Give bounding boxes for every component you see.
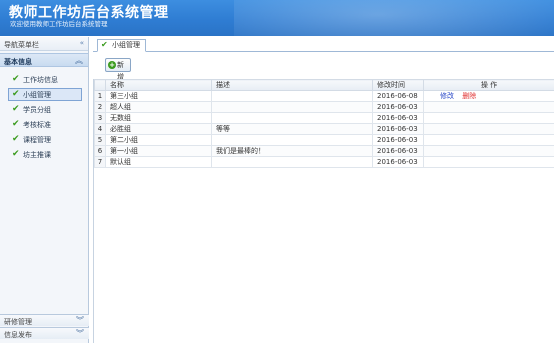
check-icon: ✔ xyxy=(12,104,20,114)
cell-description xyxy=(211,112,373,124)
tab-label: 小组管理 xyxy=(112,41,140,49)
delete-link[interactable]: 删除 xyxy=(462,92,476,100)
cell-modified: 2016-06-03 xyxy=(372,145,424,157)
section-basic-info[interactable]: 基本信息 ︽ xyxy=(0,53,88,67)
column-header-modified[interactable]: 修改时间 xyxy=(372,79,424,91)
row-index: 7 xyxy=(94,156,106,168)
cell-actions xyxy=(423,112,554,124)
sidebar-menu: ✔ 工作坊信息 ✔ 小组管理 ✔ 学员分组 ✔ 考核标准 ✔ 课程管理 ✔ 坊主… xyxy=(0,67,88,161)
group-table: 名称 描述 修改时间 操 作 1 第三小组 2016-06-08 修改 删除 2… xyxy=(94,79,554,168)
row-index: 2 xyxy=(94,101,106,113)
cell-name: 第一小组 xyxy=(105,145,212,157)
row-index: 4 xyxy=(94,123,106,135)
table-row[interactable]: 3 无数组 2016-06-03 xyxy=(94,112,554,124)
accordion-label: 研修管理 xyxy=(4,318,32,326)
section-title: 基本信息 xyxy=(4,58,32,66)
cell-actions xyxy=(423,156,554,168)
sidebar-item-label: 课程管理 xyxy=(23,136,51,144)
sidebar: 导航菜单栏 « 基本信息 ︽ ✔ 工作坊信息 ✔ 小组管理 ✔ 学员分组 ✔ 考… xyxy=(0,37,89,343)
sidebar-item-course-management[interactable]: ✔ 课程管理 xyxy=(8,133,82,146)
tab-group-management[interactable]: ✔ 小组管理 xyxy=(97,39,146,52)
cell-description xyxy=(211,101,373,113)
row-index: 3 xyxy=(94,112,106,124)
add-button-label: 新增 xyxy=(117,61,124,81)
table-row[interactable]: 1 第三小组 2016-06-08 修改 删除 xyxy=(94,90,554,102)
column-header-index xyxy=(94,79,106,91)
sidebar-item-label: 坊主推课 xyxy=(23,151,51,159)
sidebar-item-label: 学员分组 xyxy=(23,106,51,114)
chevron-down-icon: ︾ xyxy=(76,316,84,325)
column-header-actions: 操 作 xyxy=(423,79,554,91)
check-icon: ✔ xyxy=(12,89,20,99)
cell-name: 无数组 xyxy=(105,112,212,124)
table-header-row: 名称 描述 修改时间 操 作 xyxy=(94,79,554,91)
cell-modified: 2016-06-03 xyxy=(372,123,424,135)
accordion-info-publish[interactable]: 信息发布 ︾ xyxy=(0,327,89,339)
cell-description xyxy=(211,90,373,102)
app-subtitle: 欢迎使用教师工作坊后台系统管理 xyxy=(10,20,108,28)
cell-actions: 修改 删除 xyxy=(423,90,554,102)
check-icon: ✔ xyxy=(12,74,20,84)
cell-description xyxy=(211,134,373,146)
table-row[interactable]: 6 第一小组 我们是最棒的！ 2016-06-03 xyxy=(94,145,554,157)
row-index: 5 xyxy=(94,134,106,146)
cell-name: 第三小组 xyxy=(105,90,212,102)
sidebar-item-label: 考核标准 xyxy=(23,121,51,129)
cell-modified: 2016-06-03 xyxy=(372,156,424,168)
sidebar-header: 导航菜单栏 « xyxy=(0,37,88,51)
chevron-up-icon[interactable]: ︽ xyxy=(75,55,83,66)
cell-name: 必胜组 xyxy=(105,123,212,135)
check-icon: ✔ xyxy=(12,134,20,144)
table-row[interactable]: 2 超人组 2016-06-03 xyxy=(94,101,554,113)
row-index: 6 xyxy=(94,145,106,157)
column-header-description[interactable]: 描述 xyxy=(211,79,373,91)
cell-description xyxy=(211,156,373,168)
cell-actions xyxy=(423,145,554,157)
edit-link[interactable]: 修改 xyxy=(440,92,454,100)
row-index: 1 xyxy=(94,90,106,102)
check-icon: ✔ xyxy=(12,119,20,129)
tab-bar: ✔ 小组管理 xyxy=(93,38,554,52)
column-header-name[interactable]: 名称 xyxy=(105,79,212,91)
sidebar-item-label: 小组管理 xyxy=(23,91,51,99)
collapse-sidebar-icon[interactable]: « xyxy=(80,39,84,47)
sidebar-item-workshop-info[interactable]: ✔ 工作坊信息 xyxy=(8,73,82,86)
table-row[interactable]: 5 第二小组 2016-06-03 xyxy=(94,134,554,146)
cell-name: 超人组 xyxy=(105,101,212,113)
cell-actions xyxy=(423,123,554,135)
sidebar-item-label: 工作坊信息 xyxy=(23,76,58,84)
sidebar-item-student-grouping[interactable]: ✔ 学员分组 xyxy=(8,103,82,116)
cell-description: 我们是最棒的！ xyxy=(211,145,373,157)
cell-actions xyxy=(423,101,554,113)
sidebar-title: 导航菜单栏 xyxy=(4,41,39,49)
add-button[interactable]: + 新增 xyxy=(105,58,131,81)
cell-modified: 2016-06-08 xyxy=(372,90,424,102)
cell-modified: 2016-06-03 xyxy=(372,112,424,124)
app-header: 教师工作坊后台系统管理 欢迎使用教师工作坊后台系统管理 xyxy=(0,0,554,36)
chevron-down-icon: ︾ xyxy=(76,329,84,338)
table-row[interactable]: 7 默认组 2016-06-03 xyxy=(94,156,554,168)
cell-modified: 2016-06-03 xyxy=(372,101,424,113)
cell-actions xyxy=(423,134,554,146)
toolbar: + 新增 xyxy=(93,53,554,81)
cell-name: 默认组 xyxy=(105,156,212,168)
check-icon: ✔ xyxy=(101,40,108,49)
accordion-training-management[interactable]: 研修管理 ︾ xyxy=(0,314,89,326)
cell-description: 等等 xyxy=(211,123,373,135)
sidebar-item-group-management[interactable]: ✔ 小组管理 xyxy=(8,88,82,101)
accordion-label: 信息发布 xyxy=(4,331,32,339)
table-row[interactable]: 4 必胜组 等等 2016-06-03 xyxy=(94,123,554,135)
sidebar-item-assessment-standard[interactable]: ✔ 考核标准 xyxy=(8,118,82,131)
plus-icon: + xyxy=(108,61,116,69)
check-icon: ✔ xyxy=(12,149,20,159)
sidebar-item-host-recommend[interactable]: ✔ 坊主推课 xyxy=(8,148,82,161)
cell-modified: 2016-06-03 xyxy=(372,134,424,146)
cell-name: 第二小组 xyxy=(105,134,212,146)
